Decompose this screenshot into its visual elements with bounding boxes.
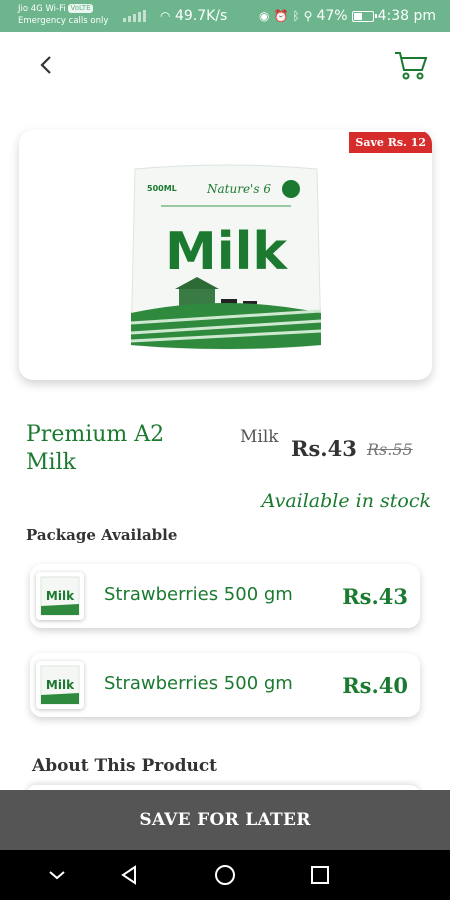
carrier-name: Jio 4G Wi-Fi <box>18 4 66 14</box>
package-thumbnail: Milk <box>36 661 84 709</box>
thumb-label: Milk <box>46 589 75 603</box>
save-for-later-button[interactable]: SAVE FOR LATER <box>0 790 450 850</box>
recents-square-icon[interactable] <box>308 863 332 887</box>
package-price: Rs.40 <box>342 673 408 698</box>
network-speed: ◠ 49.7K/s <box>160 8 227 24</box>
product-old-price: Rs.55 <box>367 440 413 459</box>
clock: 4:38 pm <box>377 8 436 24</box>
product-title: Premium A2 Milk <box>26 422 165 475</box>
milk-label-text: Milk <box>165 222 288 282</box>
battery-percent: 47% <box>316 8 348 24</box>
home-circle-icon[interactable] <box>213 863 237 887</box>
chevron-left-icon[interactable] <box>30 52 60 78</box>
cart-icon[interactable] <box>394 50 428 80</box>
back-triangle-icon[interactable] <box>117 863 141 887</box>
status-bar: Jio 4G Wi-Fi VoLTE Emergency calls only … <box>0 0 450 32</box>
wifi-icon: ◠ <box>160 9 171 23</box>
status-icons: ◉ ⏰ ᛒ ⚲ 47% 4:38 pm <box>259 8 436 24</box>
location-icon: ⚲ <box>303 9 313 23</box>
system-nav-bar <box>0 850 450 900</box>
package-option[interactable]: Milk Strawberries 500 gm Rs.40 <box>30 653 420 717</box>
pack-size-text: 500ML <box>147 184 177 193</box>
product-image-card: Save Rs. 12 500ML Nature's 6 Milk <box>19 130 432 380</box>
bluetooth-icon: ᛒ <box>292 9 300 23</box>
thumb-label: Milk <box>46 678 75 692</box>
emergency-text: Emergency calls only <box>18 16 109 26</box>
package-thumbnail: Milk <box>36 572 84 620</box>
package-price: Rs.43 <box>342 584 408 609</box>
chevron-down-icon[interactable] <box>45 863 69 887</box>
save-badge: Save Rs. 12 <box>349 132 432 153</box>
package-section-title: Package Available <box>26 526 178 544</box>
battery-icon <box>351 10 377 22</box>
brand-text: Nature's 6 <box>206 182 271 196</box>
top-bar <box>0 32 450 96</box>
about-section-title: About This Product <box>32 756 218 776</box>
package-option[interactable]: Milk Strawberries 500 gm Rs.43 <box>30 564 420 628</box>
network-speed-value: 49.7K/s <box>174 8 228 24</box>
volte-badge: VoLTE <box>68 4 93 13</box>
eye-icon: ◉ <box>259 9 270 23</box>
product-price: Rs.43 <box>291 436 357 461</box>
product-category: Milk <box>240 427 279 447</box>
package-name: Strawberries 500 gm <box>104 673 293 694</box>
package-name: Strawberries 500 gm <box>104 584 293 605</box>
carrier-info: Jio 4G Wi-Fi VoLTE Emergency calls only <box>18 3 108 27</box>
alarm-icon: ⏰ <box>273 9 289 23</box>
stock-status: Available in stock <box>261 490 431 512</box>
signal-icon <box>123 10 146 22</box>
milk-packet-image: 500ML Nature's 6 Milk <box>131 164 321 350</box>
